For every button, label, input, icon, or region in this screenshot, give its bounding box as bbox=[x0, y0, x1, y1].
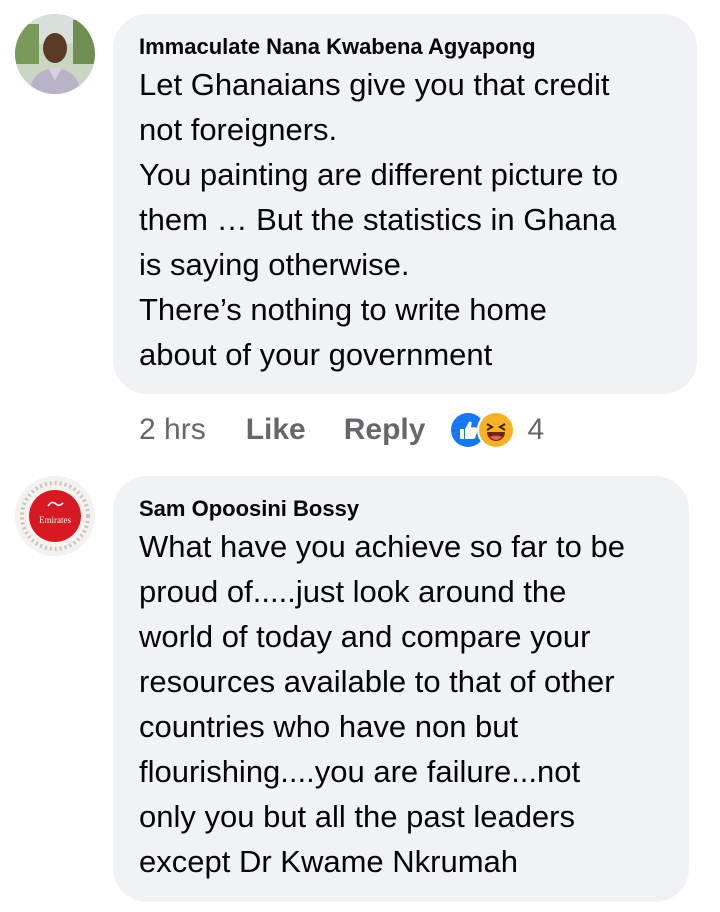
comment-text-line: resources available to that of other bbox=[139, 664, 615, 699]
comment-1: Immaculate Nana Kwabena Agyapong Let Gha… bbox=[0, 0, 720, 460]
comment-text-line: There’s nothing to write home bbox=[139, 292, 547, 327]
comment-author[interactable]: Sam Opoosini Bossy bbox=[139, 496, 663, 522]
comment-text: What have you achieve so far to be proud… bbox=[139, 524, 663, 884]
comment-text-line: is saying otherwise. bbox=[139, 247, 410, 282]
comment-author[interactable]: Immaculate Nana Kwabena Agyapong bbox=[139, 34, 671, 60]
comment-timestamp[interactable]: 2 hrs bbox=[139, 413, 206, 447]
reply-button[interactable]: Reply bbox=[344, 413, 426, 447]
user-photo-avatar-icon bbox=[15, 14, 95, 94]
comment-text: Let Ghanaians give you that credit not f… bbox=[139, 62, 671, 377]
comment-text-line: Let Ghanaians give you that credit bbox=[139, 67, 610, 102]
reactions-summary[interactable]: 4 bbox=[449, 411, 544, 449]
comment-text-line: them … But the statistics in Ghana bbox=[139, 202, 617, 237]
comment-text-line: not foreigners. bbox=[139, 112, 338, 147]
comment-text-line: You painting are different picture to bbox=[139, 157, 619, 192]
comment-text-line: world of today and compare your bbox=[139, 619, 591, 654]
user-avatar[interactable]: Emirates bbox=[15, 476, 95, 556]
like-button[interactable]: Like bbox=[246, 413, 306, 447]
comment-text-line: proud of.....just look around the bbox=[139, 574, 567, 609]
comment-bubble: Immaculate Nana Kwabena Agyapong Let Gha… bbox=[113, 14, 697, 394]
user-avatar[interactable] bbox=[15, 14, 95, 94]
emirates-logo-avatar-icon: Emirates bbox=[15, 476, 95, 556]
avatar-logo-text: Emirates bbox=[39, 515, 71, 525]
haha-reaction-icon bbox=[477, 411, 516, 449]
comment-text-line: except Dr Kwame Nkrumah bbox=[139, 844, 519, 879]
comment-text-line: only you but all the past leaders bbox=[139, 799, 575, 834]
comment-text-line: countries who have non but bbox=[139, 709, 519, 744]
comment-actions: 2 hrs Like Reply 4 bbox=[139, 410, 544, 450]
comment-2: Emirates Sam Opoosini Bossy What have yo… bbox=[0, 460, 720, 912]
comment-text-line: about of your government bbox=[139, 337, 493, 372]
comment-text-line: flourishing....you are failure...not bbox=[139, 754, 581, 789]
reaction-count: 4 bbox=[527, 413, 545, 446]
comment-bubble: Sam Opoosini Bossy What have you achieve… bbox=[113, 476, 689, 902]
comment-text-line: What have you achieve so far to be bbox=[139, 529, 625, 564]
